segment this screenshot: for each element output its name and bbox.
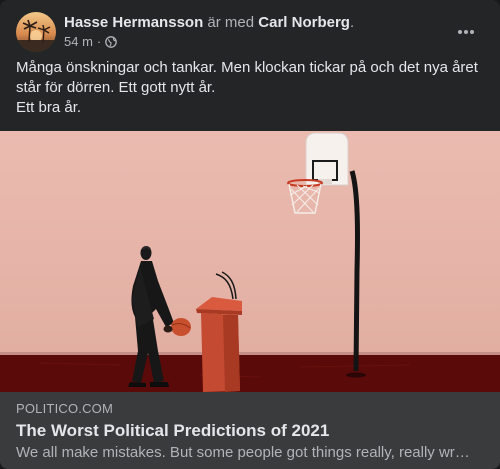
- post-names: Hasse Hermansson är med Carl Norberg.: [64, 13, 354, 32]
- meta-separator: ·: [96, 34, 102, 49]
- link-preview-image[interactable]: [0, 131, 500, 392]
- link-domain: POLITICO.COM: [16, 401, 114, 416]
- link-preview-info[interactable]: POLITICO.COM The Worst Political Predict…: [0, 392, 500, 469]
- link-description: We all make mistakes. But some people go…: [16, 444, 476, 461]
- globe-icon[interactable]: [105, 36, 118, 48]
- post-text: Många önskningar och tankar. Men klockan…: [16, 58, 484, 118]
- period: .: [349, 14, 355, 31]
- avatar[interactable]: [16, 12, 56, 52]
- with-text: är med: [207, 14, 255, 31]
- more-horizontal-icon: [457, 29, 475, 35]
- post-text-line: står för dörren. Ett gott nytt år.: [16, 79, 216, 96]
- post-meta: 54 m ·: [64, 34, 118, 50]
- post-text-line: Många önskningar och tankar. Men klockan…: [16, 59, 478, 76]
- link-title[interactable]: The Worst Political Predictions of 2021: [16, 421, 329, 441]
- author-name[interactable]: Hasse Hermansson: [64, 14, 203, 31]
- post-time[interactable]: 54 m: [64, 34, 93, 50]
- tagged-name[interactable]: Carl Norberg: [258, 14, 350, 31]
- more-options-button[interactable]: [448, 14, 484, 50]
- post-header: Hasse Hermansson är med Carl Norberg. 54…: [16, 12, 484, 52]
- post-text-line: Ett bra år.: [16, 99, 82, 116]
- post-card: Hasse Hermansson är med Carl Norberg. 54…: [0, 0, 500, 469]
